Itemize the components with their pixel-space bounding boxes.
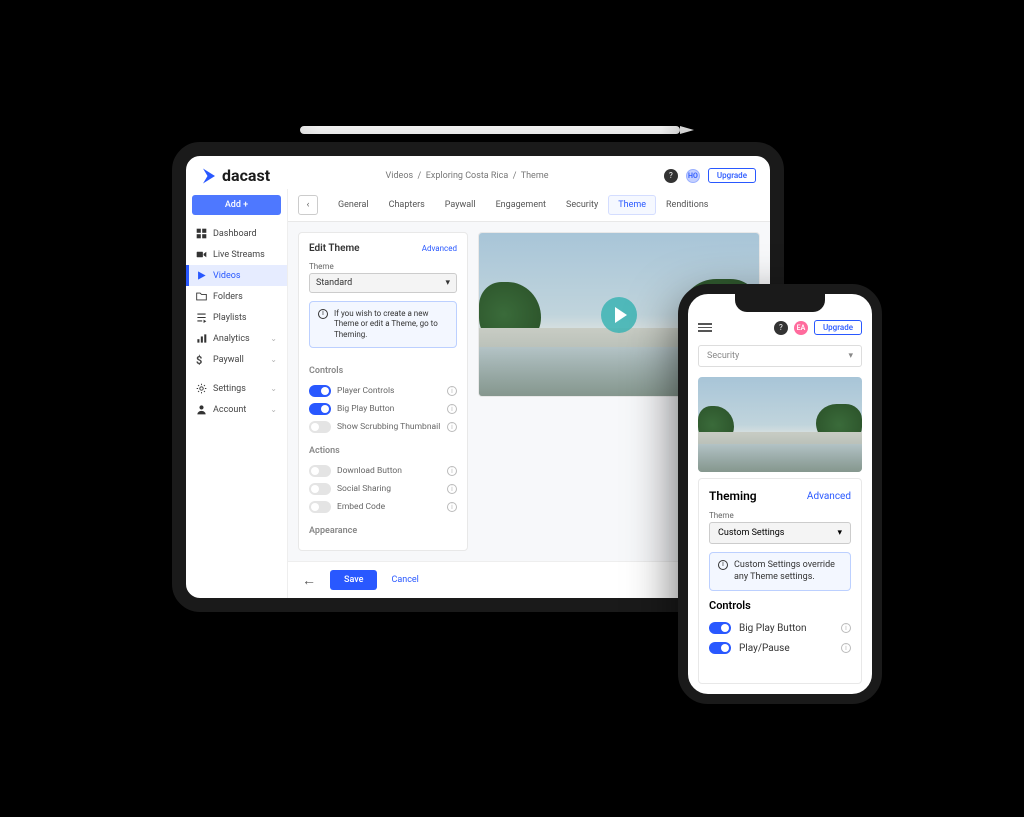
toggle-play-pause[interactable]: Play/Pause i (709, 638, 851, 658)
tab-renditions[interactable]: Renditions (656, 195, 718, 215)
info-icon[interactable]: i (447, 466, 457, 476)
sidebar-item-analytics[interactable]: Analytics⌄ (186, 328, 287, 349)
list-icon (196, 312, 207, 323)
video-preview[interactable] (698, 377, 862, 472)
sidebar-item-account[interactable]: Account⌄ (186, 399, 287, 420)
section-actions-title: Actions (309, 446, 457, 456)
gear-icon (196, 383, 207, 394)
caret-down-icon: ▾ (445, 278, 450, 288)
info-icon: i (718, 560, 728, 570)
toggle-switch[interactable] (309, 403, 331, 415)
play-icon (196, 270, 207, 281)
back-arrow-icon[interactable]: ← (302, 572, 316, 589)
advanced-link[interactable]: Advanced (807, 491, 851, 502)
toggle-player-controls[interactable]: Player Controls i (309, 382, 457, 400)
sidebar-item-playlists[interactable]: Playlists (186, 307, 287, 328)
chevron-down-icon: ⌄ (270, 405, 277, 414)
toggle-download-button[interactable]: Download Button i (309, 462, 457, 480)
sidebar-item-folders[interactable]: Folders (186, 286, 287, 307)
info-icon: i (318, 309, 328, 319)
toggle-switch[interactable] (709, 642, 731, 654)
sidebar-item-paywall[interactable]: $ Paywall⌄ (186, 349, 287, 370)
tab-theme[interactable]: Theme (608, 195, 656, 215)
info-icon[interactable]: i (841, 623, 851, 633)
cancel-button[interactable]: Cancel (391, 575, 418, 585)
phone-notch (735, 294, 825, 312)
panel-title: Edit Theme (309, 243, 360, 254)
help-icon[interactable]: ? (774, 321, 788, 335)
caret-down-icon: ▾ (837, 528, 842, 538)
user-avatar[interactable]: EA (794, 321, 808, 335)
tabs: ‹ General Chapters Paywall Engagement Se… (288, 189, 770, 222)
section-controls-title: Controls (309, 366, 457, 376)
person-icon (196, 404, 207, 415)
controls-section-title: Controls (709, 599, 851, 612)
advanced-link[interactable]: Advanced (422, 244, 457, 253)
phone-top-select[interactable]: Security▾ (698, 345, 862, 367)
theming-title: Theming (709, 489, 757, 503)
tab-engagement[interactable]: Engagement (486, 195, 556, 215)
theme-select[interactable]: Standard▾ (309, 273, 457, 293)
info-icon[interactable]: i (447, 386, 457, 396)
sidebar-item-videos[interactable]: Videos (186, 265, 287, 286)
add-button[interactable]: Add + (192, 195, 281, 215)
upgrade-button[interactable]: Upgrade (708, 168, 756, 183)
toggle-switch[interactable] (309, 421, 331, 433)
chevron-down-icon: ⌄ (270, 334, 277, 343)
menu-icon[interactable] (698, 323, 712, 332)
theme-field-label: Theme (309, 262, 457, 271)
info-icon[interactable]: i (447, 502, 457, 512)
logo-icon (200, 167, 218, 185)
sidebar-item-settings[interactable]: Settings⌄ (186, 378, 287, 399)
grid-icon (196, 228, 207, 239)
toggle-social-sharing[interactable]: Social Sharing i (309, 480, 457, 498)
toggle-switch[interactable] (309, 501, 331, 513)
bars-icon (196, 333, 207, 344)
section-appearance-title: Appearance (309, 526, 457, 536)
tab-general[interactable]: General (328, 195, 379, 215)
edit-theme-panel: Edit Theme Advanced Theme Standard▾ i If… (298, 232, 468, 551)
tab-chapters[interactable]: Chapters (379, 195, 435, 215)
back-button[interactable]: ‹ (298, 195, 318, 215)
toggle-switch[interactable] (709, 622, 731, 634)
sidebar-item-dashboard[interactable]: Dashboard (186, 223, 287, 244)
phone-device: ? EA Upgrade Security▾ Theming Advanced … (678, 284, 882, 704)
brand-logo: dacast (200, 166, 270, 185)
dollar-icon: $ (196, 354, 207, 365)
theme-select[interactable]: Custom Settings▾ (709, 522, 851, 544)
save-button[interactable]: Save (330, 570, 377, 590)
play-icon[interactable] (601, 297, 637, 333)
tab-paywall[interactable]: Paywall (435, 195, 486, 215)
user-avatar[interactable]: HO (686, 169, 700, 183)
toggle-scrubbing-thumbnail[interactable]: Show Scrubbing Thumbnail i (309, 418, 457, 436)
toggle-switch[interactable] (309, 483, 331, 495)
chevron-down-icon: ⌄ (270, 355, 277, 364)
chevron-down-icon: ⌄ (270, 384, 277, 393)
toggle-switch[interactable] (309, 385, 331, 397)
info-box: i If you wish to create a new Theme or e… (309, 301, 457, 348)
tab-security[interactable]: Security (556, 195, 608, 215)
breadcrumb: Videos / Exploring Costa Rica / Theme (386, 171, 549, 181)
info-icon[interactable]: i (841, 643, 851, 653)
info-icon[interactable]: i (447, 422, 457, 432)
info-icon[interactable]: i (447, 404, 457, 414)
sidebar-item-livestreams[interactable]: Live Streams (186, 244, 287, 265)
info-box: i Custom Settings override any Theme set… (709, 552, 851, 591)
help-icon[interactable]: ? (664, 169, 678, 183)
caret-down-icon: ▾ (848, 351, 853, 361)
sidebar: Add + Dashboard Live Streams Videos Fold… (186, 189, 288, 598)
upgrade-button[interactable]: Upgrade (814, 320, 862, 335)
camera-icon (196, 249, 207, 260)
toggle-big-play-button[interactable]: Big Play Button i (309, 400, 457, 418)
stylus (300, 126, 680, 134)
toggle-switch[interactable] (309, 465, 331, 477)
theming-card: Theming Advanced Theme Custom Settings▾ … (698, 478, 862, 684)
toggle-big-play-button[interactable]: Big Play Button i (709, 618, 851, 638)
theme-field-label: Theme (709, 511, 851, 520)
folder-icon (196, 291, 207, 302)
toggle-embed-code[interactable]: Embed Code i (309, 498, 457, 516)
